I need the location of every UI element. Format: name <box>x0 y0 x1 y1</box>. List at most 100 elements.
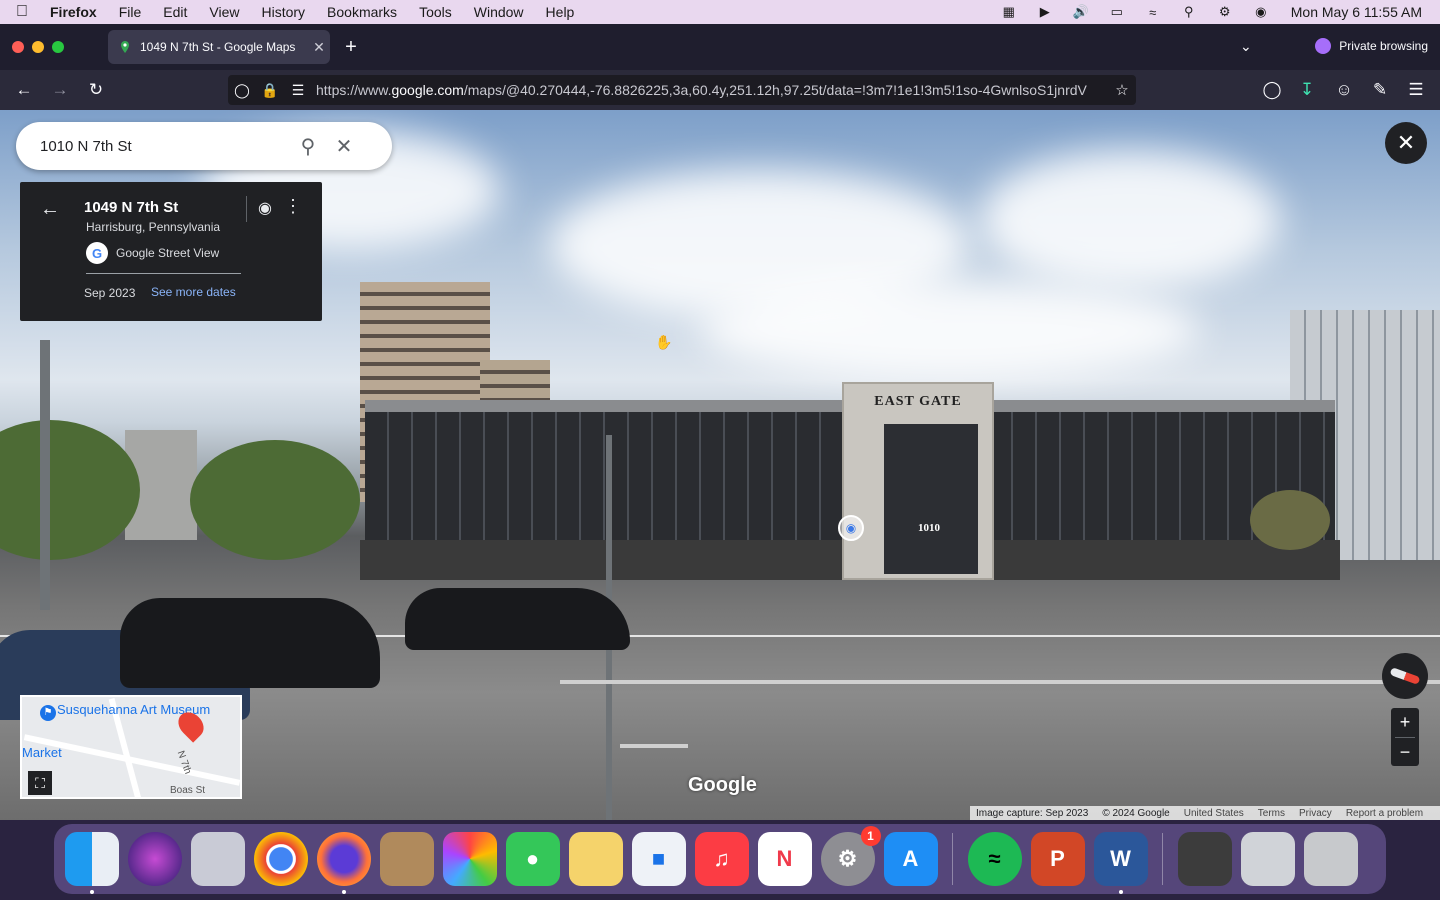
tab-title: 1049 N 7th St - Google Maps <box>140 40 296 54</box>
close-tab-icon[interactable]: ✕ <box>308 39 330 56</box>
country-link[interactable]: United States <box>1184 808 1244 819</box>
pocket-icon[interactable]: ◯ <box>1260 78 1284 102</box>
close-street-view-button[interactable]: ✕ <box>1385 122 1427 164</box>
map-pin-icon[interactable]: ◉ <box>258 198 272 218</box>
entrance-glass <box>884 424 978 574</box>
url-bar[interactable]: ◯ 🔒 ☰ https://www.google.com/maps/@40.27… <box>228 75 1136 105</box>
search-input[interactable] <box>40 137 290 155</box>
play-icon[interactable]: ▶ <box>1035 4 1055 20</box>
tree <box>1250 490 1330 550</box>
battery-icon[interactable]: ▭ <box>1107 4 1127 20</box>
tab-bar: 1049 N 7th St - Google Maps ✕ + ⌄ Privat… <box>0 24 1440 70</box>
minimap-market-label: Market <box>22 745 62 760</box>
street-view-panorama[interactable]: EAST GATE 1010 ◉ ⚲ ✕ ← 1049 N 7th St Har… <box>0 110 1440 820</box>
back-arrow-icon[interactable]: ← <box>12 78 36 102</box>
control-center-icon[interactable]: ⚙ <box>1215 4 1235 20</box>
road-line <box>620 744 688 748</box>
mouse-cursor-icon: ✋ <box>655 334 673 350</box>
zoom-out-button[interactable]: − <box>1391 738 1419 767</box>
screenshot-icon[interactable] <box>1240 832 1295 886</box>
tab-list-chevron-icon[interactable]: ⌄ <box>1240 38 1252 55</box>
menu-help[interactable]: Help <box>546 4 575 20</box>
zoom-window-button[interactable] <box>52 41 64 53</box>
private-browsing-indicator: Private browsing <box>1315 38 1428 54</box>
word-icon[interactable]: W <box>1093 832 1148 894</box>
card-source: G Google Street View <box>86 242 219 264</box>
firefox-icon[interactable] <box>316 832 371 894</box>
bookmark-star-icon[interactable]: ☆ <box>1108 81 1136 99</box>
minimize-window-button[interactable] <box>32 41 44 53</box>
chrome-icon[interactable] <box>253 832 308 886</box>
spotify-icon[interactable]: ≈ <box>967 832 1022 886</box>
back-arrow-icon[interactable]: ← <box>40 198 60 221</box>
new-tab-button[interactable]: + <box>340 36 362 58</box>
siri-icon[interactable] <box>127 832 182 886</box>
capture-date: Sep 2023 <box>84 286 136 300</box>
compass-icon[interactable] <box>1382 653 1428 699</box>
url-text[interactable]: https://www.google.com/maps/@40.270444,-… <box>316 82 1108 98</box>
hamburger-menu-icon[interactable]: ☰ <box>1404 78 1428 102</box>
tab-google-maps[interactable]: 1049 N 7th St - Google Maps ✕ <box>108 30 330 64</box>
news-icon[interactable]: N <box>757 832 812 886</box>
private-browsing-label: Private browsing <box>1339 39 1428 53</box>
trash-icon[interactable] <box>1303 832 1358 886</box>
app-store-icon[interactable]: A <box>883 832 938 886</box>
zoom-in-button[interactable]: + <box>1391 708 1419 737</box>
cloud <box>980 150 1280 290</box>
siri-icon[interactable]: ◉ <box>1251 4 1271 20</box>
minimap[interactable]: ⚑ Susquehanna Art Museum Market N 7th Bo… <box>20 695 242 799</box>
notification-badge: 1 <box>860 826 881 846</box>
launchpad-icon[interactable] <box>190 832 245 886</box>
wifi-icon[interactable]: ≈ <box>1143 4 1163 20</box>
running-indicator <box>89 890 94 894</box>
traffic-pole <box>40 340 50 610</box>
menu-edit[interactable]: Edit <box>163 4 187 20</box>
music-icon[interactable]: ♫ <box>694 832 749 886</box>
volume-icon[interactable]: 🔊 <box>1071 4 1091 20</box>
menu-tools[interactable]: Tools <box>419 4 452 20</box>
url-path: /maps/@40.270444,-76.8826225,3a,60.4y,25… <box>463 82 1087 98</box>
extensions-icon[interactable]: ✎ <box>1368 78 1392 102</box>
lock-icon[interactable]: 🔒 <box>256 82 284 99</box>
reload-icon[interactable]: ↻ <box>84 78 108 102</box>
google-logo-icon: G <box>86 242 108 264</box>
dock-separator <box>1162 833 1163 885</box>
menu-history[interactable]: History <box>261 4 305 20</box>
numbers-icon[interactable]: ■ <box>631 832 686 886</box>
terms-link[interactable]: Terms <box>1258 808 1285 819</box>
report-problem-link[interactable]: Report a problem <box>1346 808 1423 819</box>
photos-icon[interactable] <box>442 832 497 886</box>
finder-icon[interactable] <box>64 832 119 894</box>
pages-icon[interactable] <box>568 832 623 886</box>
spotlight-search-icon[interactable]: ⚲ <box>1179 4 1199 20</box>
more-options-icon[interactable]: ⋮ <box>284 196 302 217</box>
close-window-button[interactable] <box>12 41 24 53</box>
downloads-icon[interactable]: ↧ <box>1295 78 1319 102</box>
privacy-link[interactable]: Privacy <box>1299 808 1332 819</box>
account-icon[interactable]: ☺ <box>1332 78 1356 102</box>
menu-file[interactable]: File <box>119 4 142 20</box>
permissions-icon[interactable]: ☰ <box>284 82 312 99</box>
location-marker-icon[interactable]: ◉ <box>838 515 864 541</box>
apple-icon[interactable]:  <box>16 3 40 21</box>
system-settings-icon[interactable]: ⚙ 1 <box>820 826 881 886</box>
forward-arrow-icon[interactable]: → <box>48 78 72 102</box>
clock[interactable]: Mon May 6 11:55 AM <box>1291 4 1422 20</box>
expand-map-icon[interactable]: ⛶ <box>28 771 52 795</box>
menu-window[interactable]: Window <box>474 4 524 20</box>
cloud <box>700 280 1200 380</box>
divider <box>246 196 247 222</box>
clear-search-icon[interactable]: ✕ <box>326 128 362 164</box>
search-icon[interactable]: ⚲ <box>290 128 326 164</box>
google-maps-favicon-icon <box>121 41 129 53</box>
menu-bookmarks[interactable]: Bookmarks <box>327 4 397 20</box>
tracking-shield-icon[interactable]: ◯ <box>228 82 256 99</box>
app-status-icon[interactable]: ▦ <box>999 4 1019 20</box>
preview-icon[interactable] <box>1177 832 1232 886</box>
powerpoint-icon[interactable]: P <box>1030 832 1085 886</box>
menu-view[interactable]: View <box>209 4 239 20</box>
messages-icon[interactable]: ● <box>505 832 560 886</box>
menu-app-firefox[interactable]: Firefox <box>50 4 97 20</box>
contacts-icon[interactable] <box>379 832 434 886</box>
see-more-dates-link[interactable]: See more dates <box>151 285 236 299</box>
